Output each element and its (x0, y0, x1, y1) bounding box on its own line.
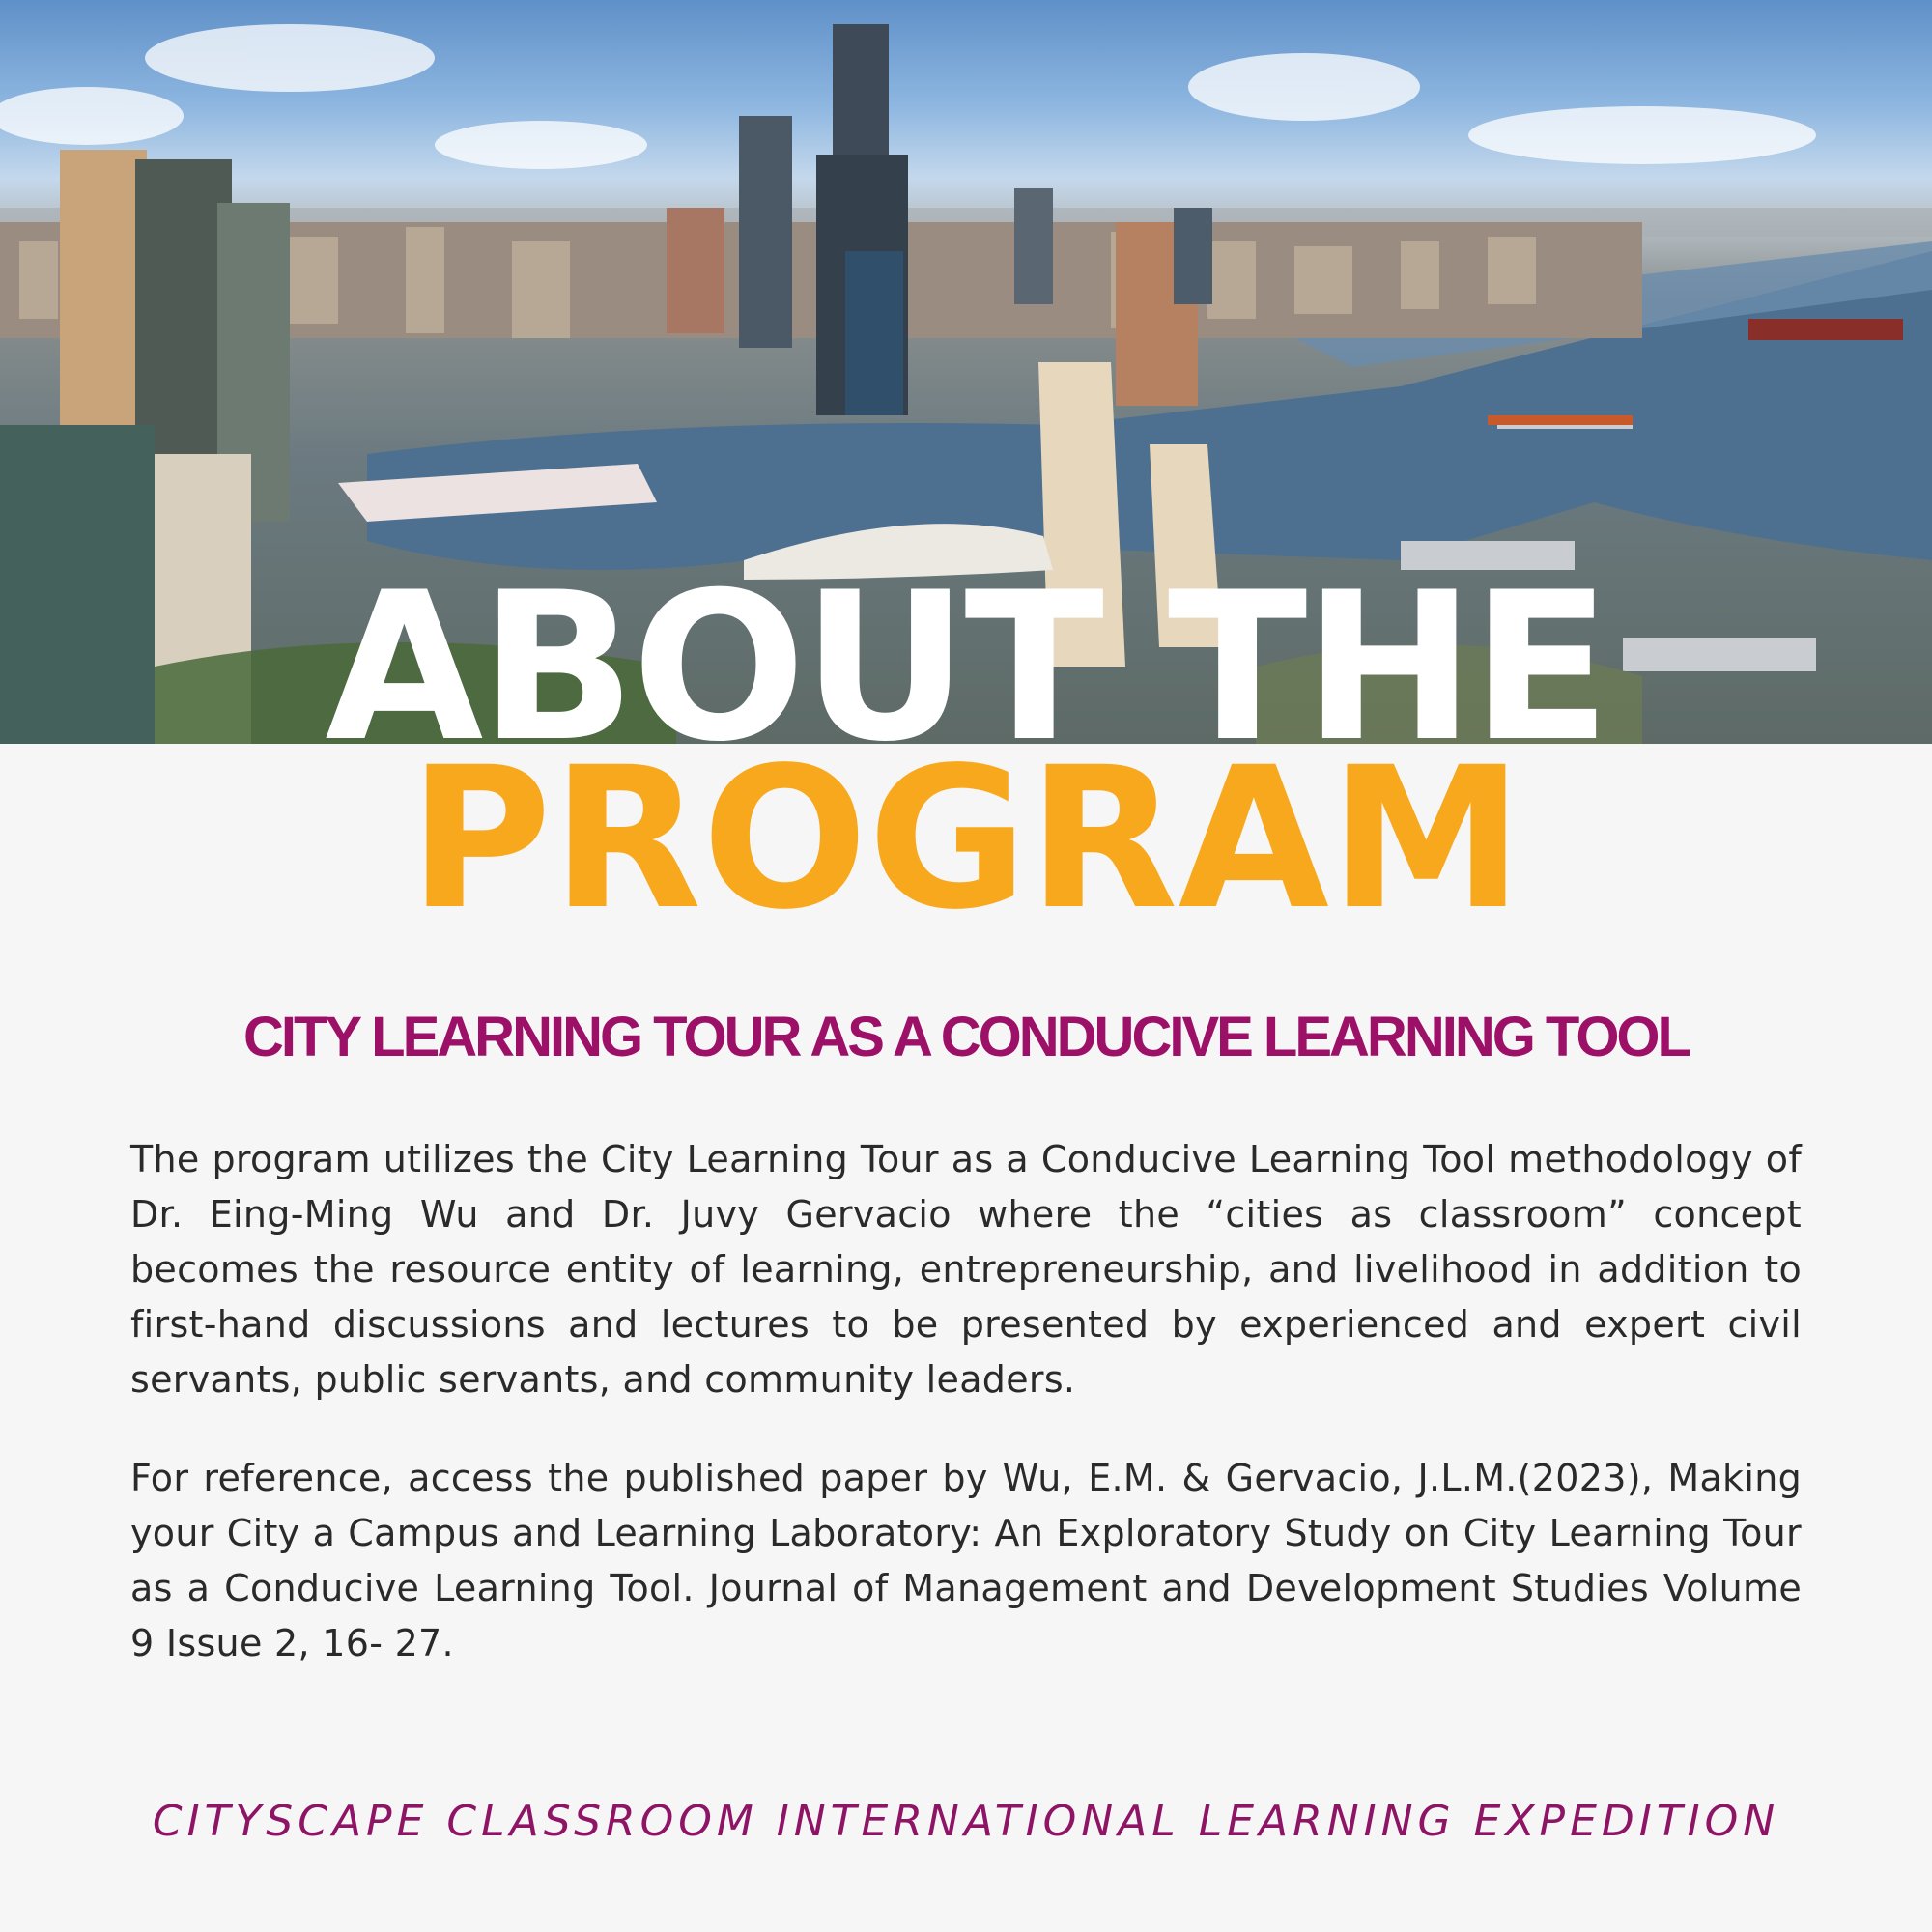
headline-program: PROGRAM (408, 724, 1523, 952)
body-paragraph-methodology: The program utilizes the City Learning T… (130, 1138, 1802, 1401)
section-subtitle: CITY LEARNING TOUR AS A CONDUCIVE LEARNI… (243, 1006, 1691, 1068)
body-paragraph-reference: For reference, access the published pape… (130, 1457, 1802, 1664)
footer-program-name: CITYSCAPE CLASSROOM INTERNATIONAL LEARNI… (152, 1797, 1780, 1846)
